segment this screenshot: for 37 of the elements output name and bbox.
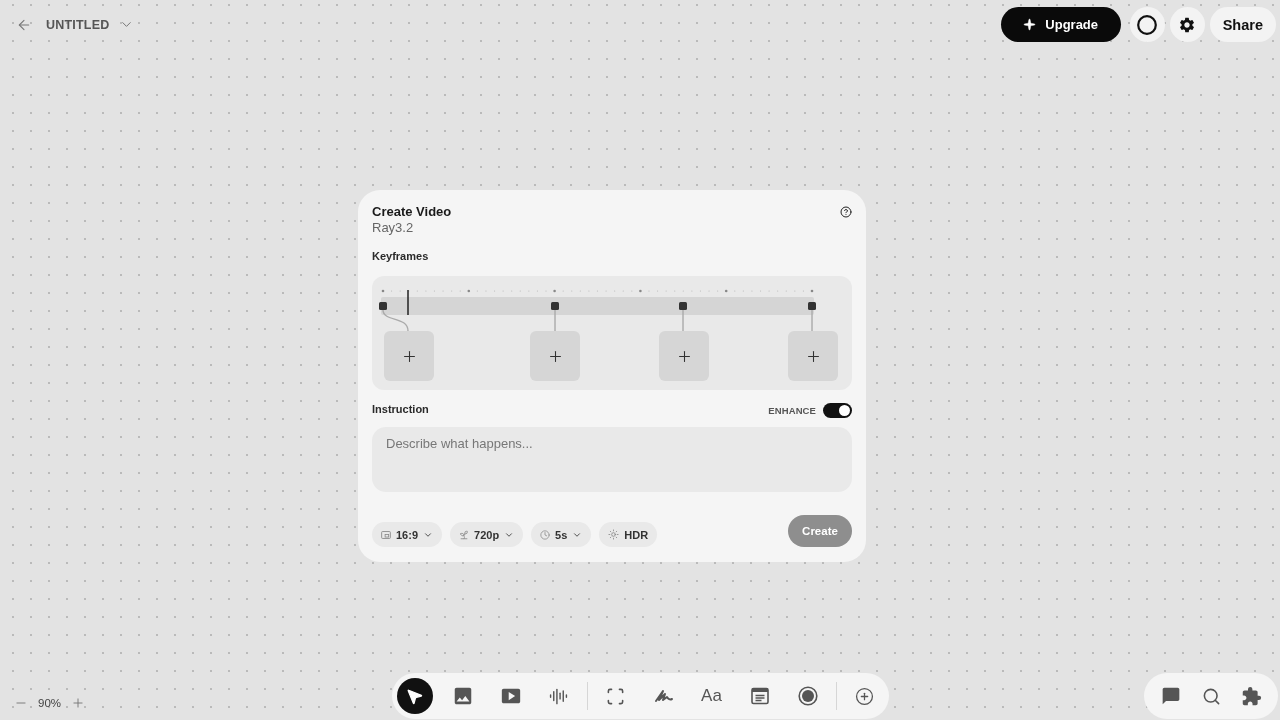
model-name: Ray3.2 <box>372 220 414 236</box>
cursor-icon <box>405 686 424 706</box>
chat-bubble-icon <box>1161 686 1181 706</box>
frame-icon <box>606 686 625 706</box>
settings-button[interactable] <box>1169 7 1205 42</box>
puzzle-icon <box>1240 685 1262 707</box>
document-title: UNTITLED <box>46 17 110 32</box>
card-title: Create Video <box>372 204 452 220</box>
add-icon <box>855 686 874 706</box>
text-tool-button[interactable]: Aa <box>693 678 730 714</box>
keyframes-label: Keyframes <box>372 249 429 263</box>
sun-icon <box>608 529 620 540</box>
waveform-icon <box>549 686 568 706</box>
help-icon[interactable] <box>840 206 852 218</box>
duration-dropdown[interactable]: 5s <box>531 522 592 547</box>
sprout-icon <box>459 529 470 540</box>
plus-icon <box>71 696 86 710</box>
hdr-button[interactable]: HDR <box>599 522 658 547</box>
share-button[interactable]: Share <box>1209 7 1276 42</box>
upgrade-button[interactable]: Upgrade <box>1000 7 1121 42</box>
aspect-ratio-dropdown[interactable]: 16:9 <box>372 522 443 547</box>
instruction-field[interactable]: Describe what happens... <box>372 427 852 492</box>
sparkle-icon <box>1023 18 1037 31</box>
record-icon <box>797 686 818 706</box>
rectangle-icon <box>381 530 391 539</box>
enhance-label: ENHANCE <box>768 404 816 416</box>
ring-button[interactable] <box>1129 7 1165 42</box>
settings-icon <box>1178 15 1197 34</box>
clock-icon <box>540 529 551 540</box>
resolution-dropdown[interactable]: 720p <box>450 522 524 547</box>
select-tool-button[interactable] <box>396 678 433 714</box>
zoom-level: 90% <box>38 697 62 709</box>
note-icon <box>750 687 769 705</box>
enhance-toggle[interactable] <box>823 402 852 418</box>
instruction-label: Instruction <box>372 402 429 416</box>
search-icon <box>1201 686 1221 706</box>
ring-icon <box>1137 14 1158 35</box>
